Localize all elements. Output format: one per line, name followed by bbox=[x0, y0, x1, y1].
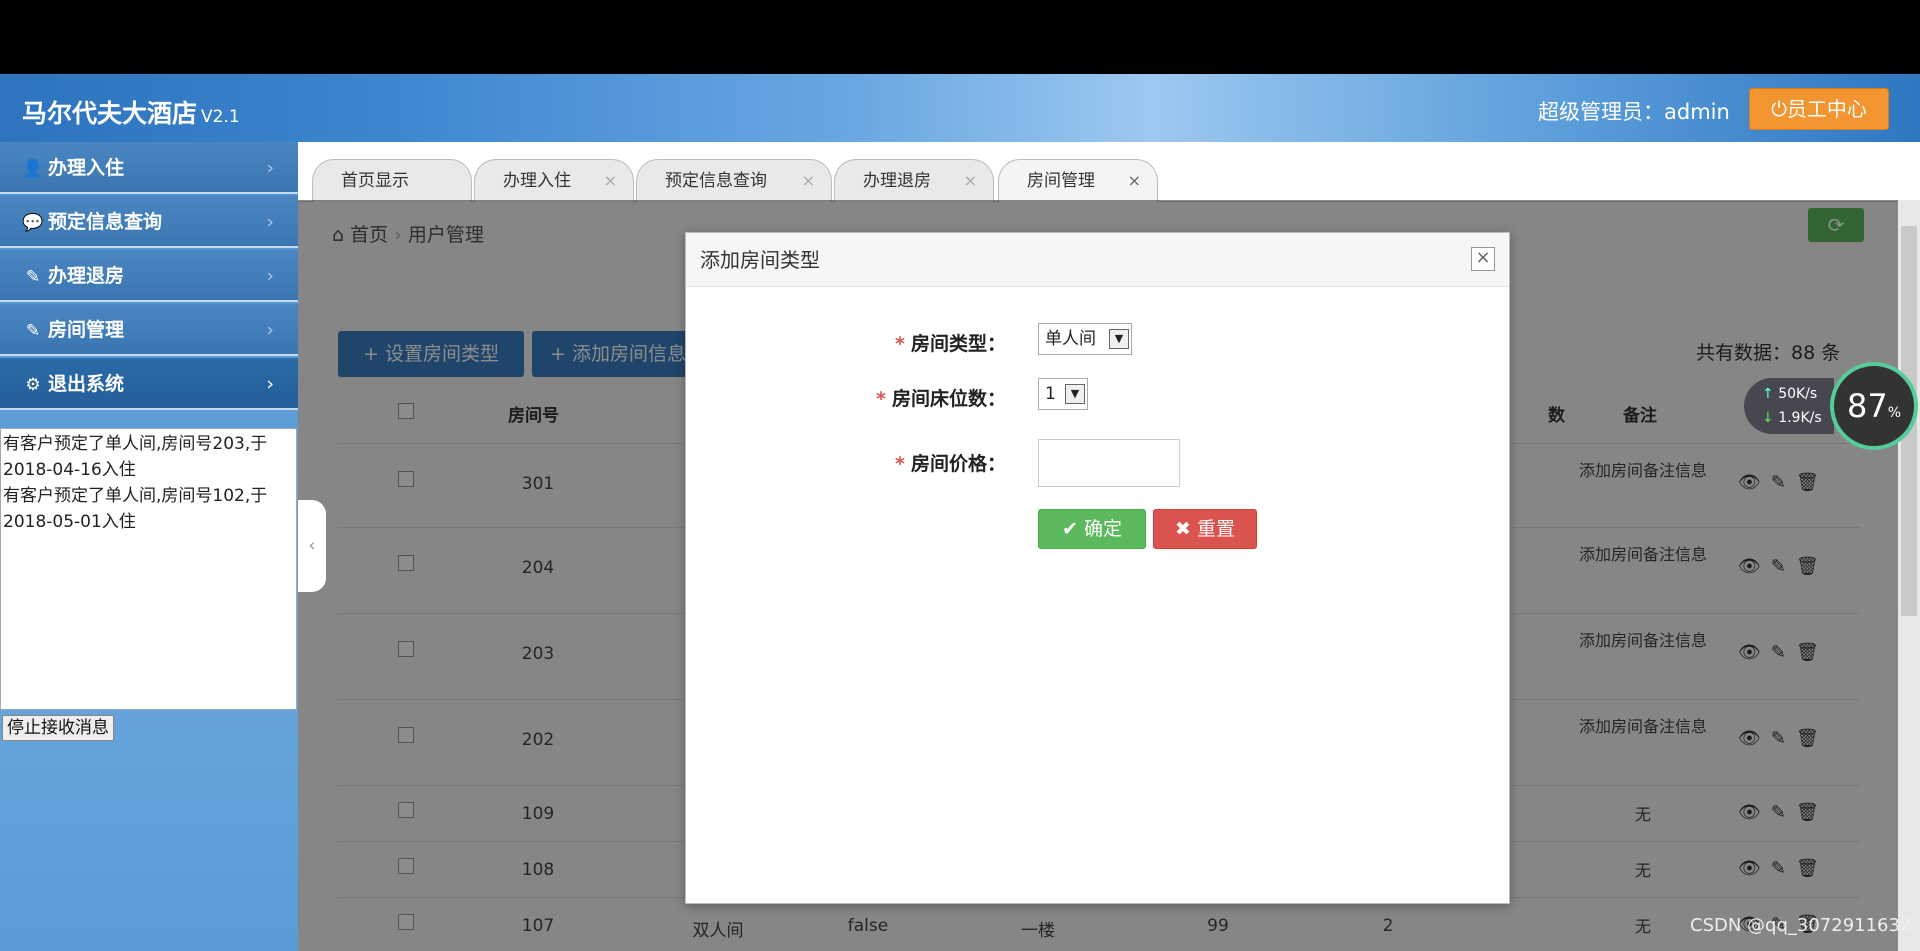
tab-check-out[interactable]: 办理退房 × bbox=[834, 159, 994, 202]
usage-percent: 87 bbox=[1846, 387, 1888, 425]
sidebar-item-room-management[interactable]: ✎ 房间管理 › bbox=[0, 304, 298, 356]
tab-label: 预定信息查询 bbox=[665, 171, 767, 191]
message-panel[interactable]: 有客户预定了单人间,房间号203,于2018-04-16入住 有客户预定了单人间… bbox=[0, 428, 297, 710]
edit-icon: ✎ bbox=[25, 321, 41, 341]
reset-label: 重置 bbox=[1196, 518, 1235, 540]
sidebar-item-label: 办理退房 bbox=[48, 265, 125, 287]
chevron-right-icon: › bbox=[266, 157, 274, 179]
required-asterisk: * bbox=[895, 453, 905, 475]
upload-speed: 50K/s bbox=[1778, 386, 1818, 402]
price-input[interactable] bbox=[1038, 439, 1180, 487]
app-title-text: 马尔代夫大酒店 bbox=[22, 99, 198, 128]
staff-center-button[interactable]: ⏻员工中心 bbox=[1749, 88, 1889, 130]
sidebar-item-label: 房间管理 bbox=[48, 319, 125, 341]
x-icon: ✖ bbox=[1175, 518, 1191, 540]
tab-bar: 首页显示 办理入住 × 预定信息查询 × 办理退房 × 房间管理 × bbox=[298, 142, 1920, 202]
tab-label: 办理退房 bbox=[863, 171, 931, 191]
chat-icon: 💬 bbox=[22, 213, 44, 233]
watermark: CSDN @qq_3072911632 bbox=[1690, 915, 1912, 936]
chevron-down-icon: ▼ bbox=[1065, 384, 1085, 404]
close-icon[interactable]: × bbox=[604, 160, 617, 202]
required-asterisk: * bbox=[895, 333, 905, 355]
user-icon: 👤 bbox=[22, 159, 44, 179]
scrollbar[interactable] bbox=[1898, 200, 1920, 951]
close-icon[interactable]: × bbox=[1471, 247, 1495, 271]
chevron-right-icon: › bbox=[266, 265, 274, 287]
add-room-type-dialog: 添加房间类型 × * 房间类型： 单人间 ▼ * 房间床位数： 1 ▼ * 房间价格： ✔… bbox=[685, 232, 1510, 904]
dialog-header: 添加房间类型 × bbox=[686, 233, 1509, 287]
sidebar-item-check-in[interactable]: 👤 办理入住 › bbox=[0, 142, 298, 194]
price-label-text: 房间价格： bbox=[910, 453, 1006, 475]
confirm-button[interactable]: ✔ 确定 bbox=[1038, 509, 1146, 549]
room-type-value: 单人间 bbox=[1045, 329, 1096, 349]
arrow-down-icon: ↓ bbox=[1762, 410, 1774, 426]
chevron-right-icon: › bbox=[266, 373, 274, 395]
tab-booking-query[interactable]: 预定信息查询 × bbox=[636, 159, 832, 202]
download-speed: 1.9K/s bbox=[1778, 410, 1822, 426]
tab-home[interactable]: 首页显示 bbox=[312, 159, 472, 202]
tab-room-management[interactable]: 房间管理 × bbox=[998, 159, 1158, 202]
check-icon: ✔ bbox=[1062, 518, 1078, 540]
chevron-left-icon: ‹ bbox=[308, 535, 316, 556]
price-label: * 房间价格： bbox=[806, 449, 1006, 476]
message-item: 有客户预定了单人间,房间号102,于2018-05-01入住 bbox=[3, 486, 268, 532]
room-type-label: * 房间类型： bbox=[806, 329, 1006, 356]
tab-label: 办理入住 bbox=[503, 171, 571, 191]
chevron-right-icon: › bbox=[266, 319, 274, 341]
app-version: V2.1 bbox=[201, 107, 240, 127]
beds-value: 1 bbox=[1045, 384, 1056, 404]
tab-label: 首页显示 bbox=[341, 171, 409, 191]
tab-check-in[interactable]: 办理入住 × bbox=[474, 159, 634, 202]
chevron-right-icon: › bbox=[266, 211, 274, 233]
chevron-down-icon: ▼ bbox=[1109, 329, 1129, 349]
top-bar: 马尔代夫大酒店 V2.1 超级管理员：admin ⏻员工中心 bbox=[0, 74, 1920, 142]
sidebar-item-label: 退出系统 bbox=[48, 373, 125, 395]
edit-icon: ✎ bbox=[25, 267, 41, 287]
close-icon[interactable]: × bbox=[964, 160, 977, 202]
room-type-select[interactable]: 单人间 ▼ bbox=[1038, 323, 1132, 355]
beds-label-text: 房间床位数： bbox=[891, 388, 1006, 410]
gears-icon: ⚙ bbox=[25, 375, 41, 395]
network-speed-widget: ↑ 50K/s ↓ 1.9K/s bbox=[1744, 378, 1834, 434]
dialog-title: 添加房间类型 bbox=[700, 248, 820, 272]
message-item: 有客户预定了单人间,房间号203,于2018-04-16入住 bbox=[3, 434, 268, 480]
tab-label: 房间管理 bbox=[1027, 171, 1095, 191]
app-title: 马尔代夫大酒店 V2.1 bbox=[22, 94, 240, 130]
sidebar-item-label: 办理入住 bbox=[48, 157, 125, 179]
admin-label: 超级管理员：admin bbox=[1538, 100, 1730, 124]
close-icon[interactable]: × bbox=[1128, 160, 1141, 202]
sidebar-item-logout[interactable]: ⚙ 退出系统 › bbox=[0, 358, 298, 410]
power-icon: ⏻ bbox=[1771, 97, 1787, 121]
stop-receiving-button[interactable]: 停止接收消息 bbox=[2, 715, 114, 741]
staff-center-label: 员工中心 bbox=[1786, 97, 1867, 121]
sidebar-item-label: 预定信息查询 bbox=[48, 211, 163, 233]
arrow-up-icon: ↑ bbox=[1762, 386, 1774, 402]
memory-usage-ring[interactable]: 87% bbox=[1830, 362, 1918, 450]
usage-percent-unit: % bbox=[1887, 405, 1902, 421]
sidebar-collapse-handle[interactable]: ‹ bbox=[298, 500, 326, 592]
beds-select[interactable]: 1 ▼ bbox=[1038, 378, 1088, 410]
screen: 马尔代夫大酒店 V2.1 超级管理员：admin ⏻员工中心 👤 办理入住 › 💬 预定… bbox=[0, 0, 1920, 951]
room-type-label-text: 房间类型： bbox=[910, 333, 1006, 355]
reset-button[interactable]: ✖ 重置 bbox=[1153, 509, 1257, 549]
sidebar-item-check-out[interactable]: ✎ 办理退房 › bbox=[0, 250, 298, 302]
required-asterisk: * bbox=[876, 388, 886, 410]
close-icon[interactable]: × bbox=[802, 160, 815, 202]
beds-label: * 房间床位数： bbox=[806, 384, 1006, 411]
sidebar-item-booking-query[interactable]: 💬 预定信息查询 › bbox=[0, 196, 298, 248]
confirm-label: 确定 bbox=[1083, 518, 1122, 540]
